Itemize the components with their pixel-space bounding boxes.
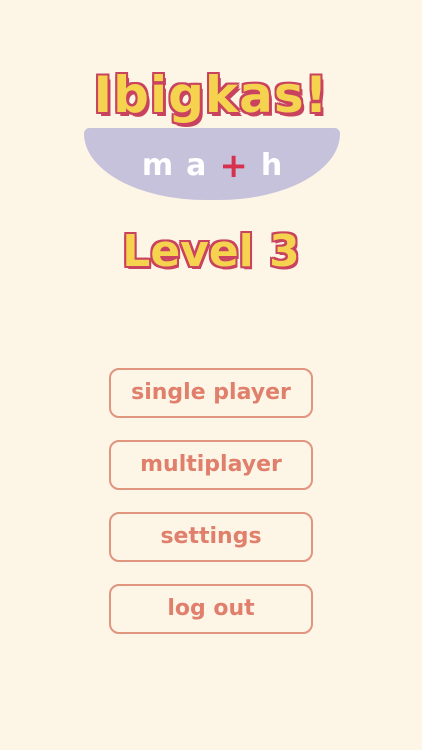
logo-subtitle: m a + h — [84, 144, 340, 188]
single-player-button[interactable]: single player — [109, 368, 313, 418]
plus-icon: + — [219, 146, 248, 186]
main-menu: single player multiplayer settings log o… — [109, 368, 313, 656]
logo-title: Ibigkas! — [93, 66, 329, 124]
logo-subtitle-m: m — [141, 148, 174, 183]
main-menu-screen: Ibigkas! m a + h Level 3 single player m… — [0, 0, 422, 750]
multiplayer-button[interactable]: multiplayer — [109, 440, 313, 490]
settings-button[interactable]: settings — [109, 512, 313, 562]
level-label: Level 3 — [122, 226, 300, 277]
app-logo: Ibigkas! m a + h — [0, 60, 422, 210]
logo-subtitle-a: a — [186, 148, 207, 183]
logo-subtitle-h: h — [260, 148, 283, 183]
log-out-button[interactable]: log out — [109, 584, 313, 634]
